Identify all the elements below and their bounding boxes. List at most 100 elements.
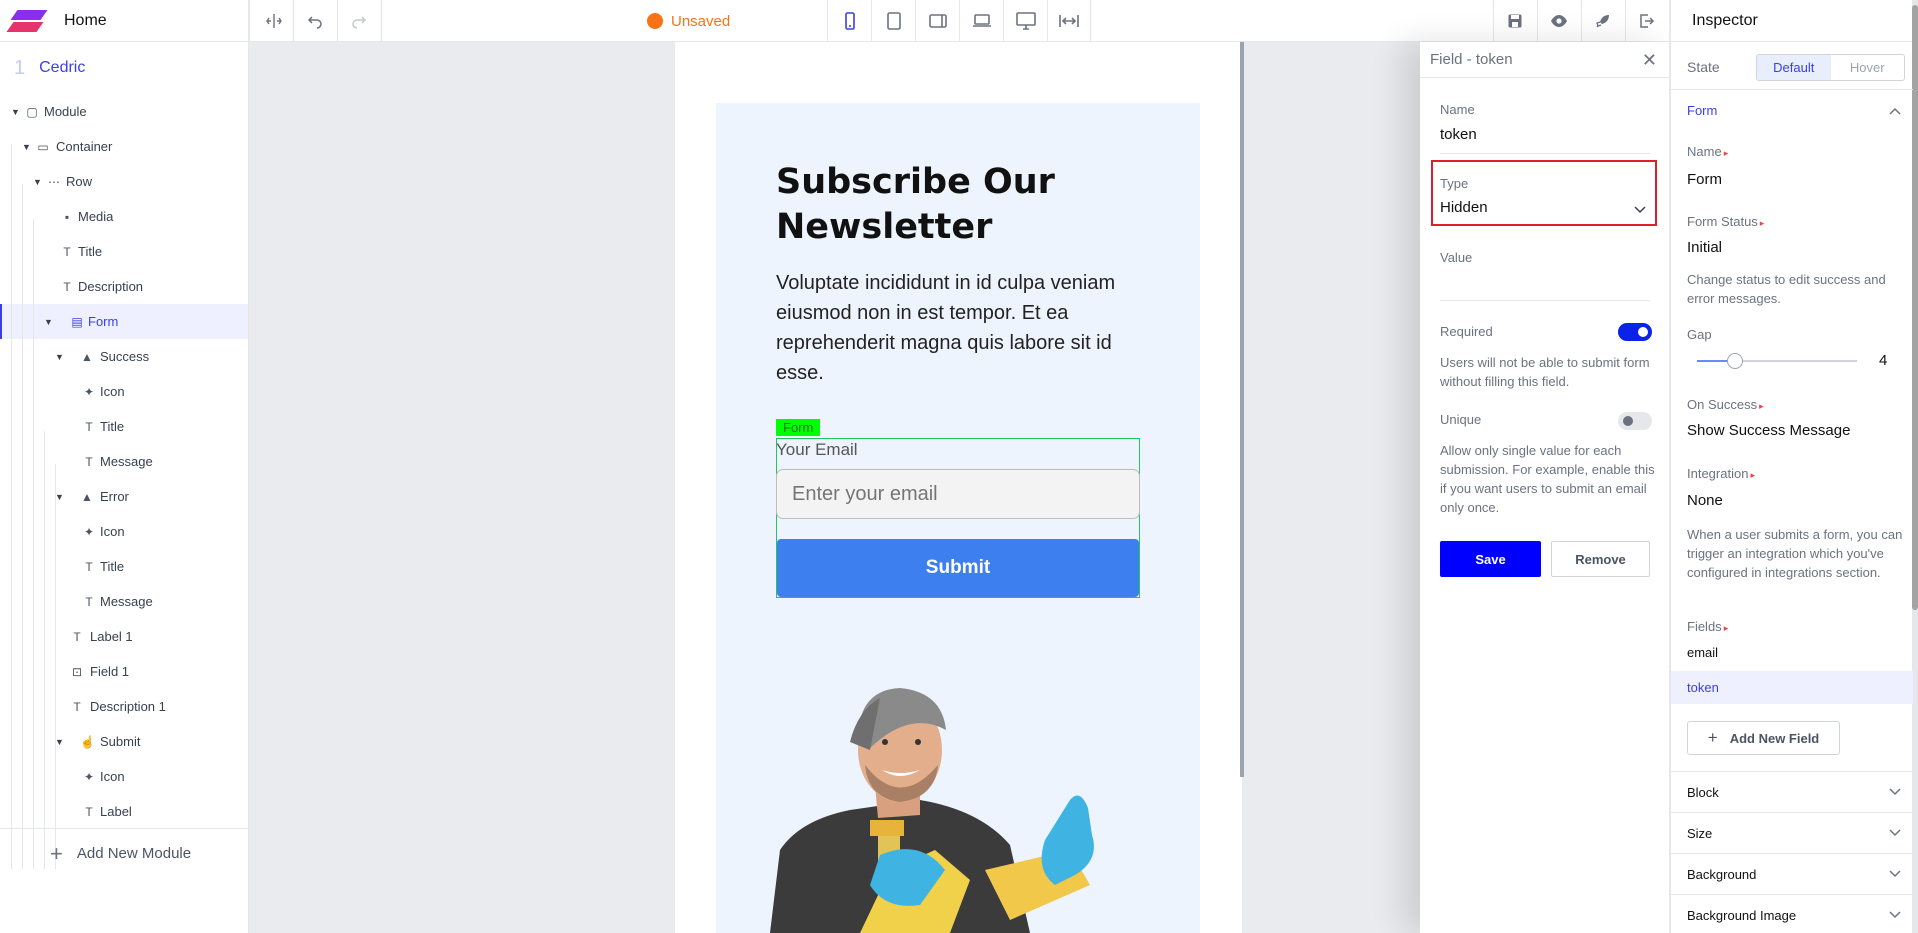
newsletter-description[interactable]: Voluptate incididunt in id culpa veniam … <box>776 268 1146 388</box>
device-full-width-button[interactable] <box>1047 0 1091 42</box>
integration-label: Integration ▸ <box>1687 466 1755 481</box>
save-button[interactable]: Save <box>1440 541 1541 577</box>
chevron-up-icon[interactable] <box>1889 103 1901 118</box>
submit-button[interactable]: Submit <box>777 539 1139 597</box>
remove-button[interactable]: Remove <box>1551 541 1650 577</box>
caret-down-icon[interactable]: ▼ <box>11 107 20 117</box>
tree-item-icon[interactable]: ✦ Icon <box>0 374 248 409</box>
field-item-email[interactable]: email <box>1671 636 1913 669</box>
page-name[interactable]: Cedric <box>39 59 85 77</box>
state-default-button[interactable]: Default <box>1757 55 1831 80</box>
tree-item-row[interactable]: ▼ ⋯ Row <box>0 164 248 199</box>
device-tablet-landscape-button[interactable] <box>915 0 959 42</box>
gap-slider-handle[interactable] <box>1727 353 1744 369</box>
add-new-field-button[interactable]: + Add New Field <box>1687 721 1840 755</box>
unique-toggle[interactable] <box>1618 412 1652 430</box>
chevron-down-icon <box>1889 907 1901 922</box>
device-mobile-button[interactable] <box>827 0 871 42</box>
tree-item-media[interactable]: ▪ Media <box>0 199 248 234</box>
frame-scrollbar[interactable] <box>1240 42 1244 777</box>
tree-item-error[interactable]: ▼ ▲ Error <box>0 479 248 514</box>
tree-item-description-1[interactable]: T Description 1 <box>0 689 248 724</box>
state-row: State Default Hover <box>1671 42 1913 90</box>
app-logo[interactable] <box>6 8 48 34</box>
section-background[interactable]: Background <box>1671 853 1913 894</box>
section-background-image[interactable]: Background Image <box>1671 894 1913 933</box>
form-section-header[interactable]: Form <box>1687 103 1717 118</box>
publish-rocket-icon[interactable] <box>1581 0 1625 42</box>
email-input[interactable] <box>776 469 1140 519</box>
type-select-highlight <box>1431 160 1657 226</box>
tree-item-success[interactable]: ▼ ▲ Success <box>0 339 248 374</box>
state-hover-button[interactable]: Hover <box>1831 55 1905 80</box>
save-icon[interactable] <box>1493 0 1537 42</box>
tree-item-container[interactable]: ▼ ▭ Container <box>0 129 248 164</box>
tree-item-description[interactable]: T Description <box>0 269 248 304</box>
tree-guide-line <box>55 464 56 869</box>
integration-label-text: Integration <box>1687 466 1749 481</box>
toggle-knob <box>1623 416 1633 426</box>
tree-item-label: Title <box>100 419 125 434</box>
caret-down-icon[interactable]: ▼ <box>55 352 64 362</box>
preview-eye-icon[interactable] <box>1537 0 1581 42</box>
exit-icon[interactable] <box>1625 0 1669 42</box>
caret-down-icon[interactable]: ▼ <box>44 317 53 327</box>
on-success-label-text: On Success <box>1687 397 1758 412</box>
tree-item-form[interactable]: ▼ ▤ Form <box>0 304 248 339</box>
form-status-value[interactable]: Initial <box>1687 239 1722 256</box>
form-status-label-text: Form Status <box>1687 214 1758 229</box>
caret-down-icon[interactable]: ▼ <box>33 177 42 187</box>
tree-item-label: Label <box>100 804 132 819</box>
required-toggle[interactable] <box>1618 323 1652 341</box>
tree-item-label[interactable]: T Label <box>0 794 248 829</box>
device-laptop-button[interactable] <box>959 0 1003 42</box>
tree-item-title[interactable]: T Title <box>0 549 248 584</box>
sparkle-icon: ✦ <box>83 524 95 539</box>
section-block[interactable]: Block <box>1671 771 1913 812</box>
tree-item-submit[interactable]: ▼ ☝ Submit <box>0 724 248 759</box>
app-title[interactable]: Home <box>64 12 107 30</box>
section-size-label: Size <box>1687 825 1713 841</box>
on-success-value[interactable]: Show Success Message <box>1687 422 1850 439</box>
tree-item-label: Label 1 <box>90 629 133 644</box>
device-tablet-button[interactable] <box>871 0 915 42</box>
undo-icon[interactable] <box>293 0 337 42</box>
add-module-button[interactable]: + Add New Module <box>0 828 248 878</box>
gap-slider[interactable] <box>1697 353 1857 369</box>
tree-item-label-1[interactable]: T Label 1 <box>0 619 248 654</box>
caret-down-icon[interactable]: ▼ <box>55 492 64 502</box>
gap-value[interactable]: 4 <box>1879 352 1887 369</box>
tree-item-icon[interactable]: ✦ Icon <box>0 759 248 794</box>
tree-item-message[interactable]: T Message <box>0 444 248 479</box>
caret-down-icon[interactable]: ▼ <box>22 142 31 152</box>
redo-icon[interactable] <box>337 0 381 42</box>
close-icon[interactable]: ✕ <box>1642 50 1657 71</box>
field-item-token[interactable]: token <box>1671 671 1913 704</box>
section-size[interactable]: Size <box>1671 812 1913 853</box>
caret-down-icon[interactable]: ▼ <box>55 737 64 747</box>
add-module-label: Add New Module <box>76 845 192 862</box>
chevron-down-icon <box>1889 784 1901 799</box>
newsletter-title[interactable]: Subscribe Our Newsletter <box>776 160 1116 250</box>
text-icon: T <box>85 594 93 609</box>
tree-item-icon[interactable]: ✦ Icon <box>0 514 248 549</box>
form-name-value[interactable]: Form <box>1687 171 1722 188</box>
device-desktop-button[interactable] <box>1003 0 1047 42</box>
tree-item-module[interactable]: ▼ ▢ Module <box>0 94 248 129</box>
integration-value[interactable]: None <box>1687 492 1723 509</box>
tree-item-label: Module <box>44 104 87 119</box>
tree-item-message[interactable]: T Message <box>0 584 248 619</box>
tree-guide-line <box>33 219 34 869</box>
split-view-icon[interactable] <box>259 0 289 42</box>
tree-item-title[interactable]: T Title <box>0 409 248 444</box>
person-thumbs-up-image <box>770 688 1094 933</box>
chevron-down-icon[interactable] <box>1634 201 1646 219</box>
name-field[interactable]: token <box>1440 126 1477 143</box>
on-success-label: On Success ▸ <box>1687 397 1764 412</box>
text-icon: T <box>85 559 93 574</box>
page-selector[interactable]: 1 Cedric <box>0 42 248 94</box>
type-select[interactable]: Hidden <box>1440 199 1488 216</box>
warning-icon: ▲ <box>81 349 93 364</box>
tree-item-title[interactable]: T Title <box>0 234 248 269</box>
tree-item-field-1[interactable]: ⊡ Field 1 <box>0 654 248 689</box>
